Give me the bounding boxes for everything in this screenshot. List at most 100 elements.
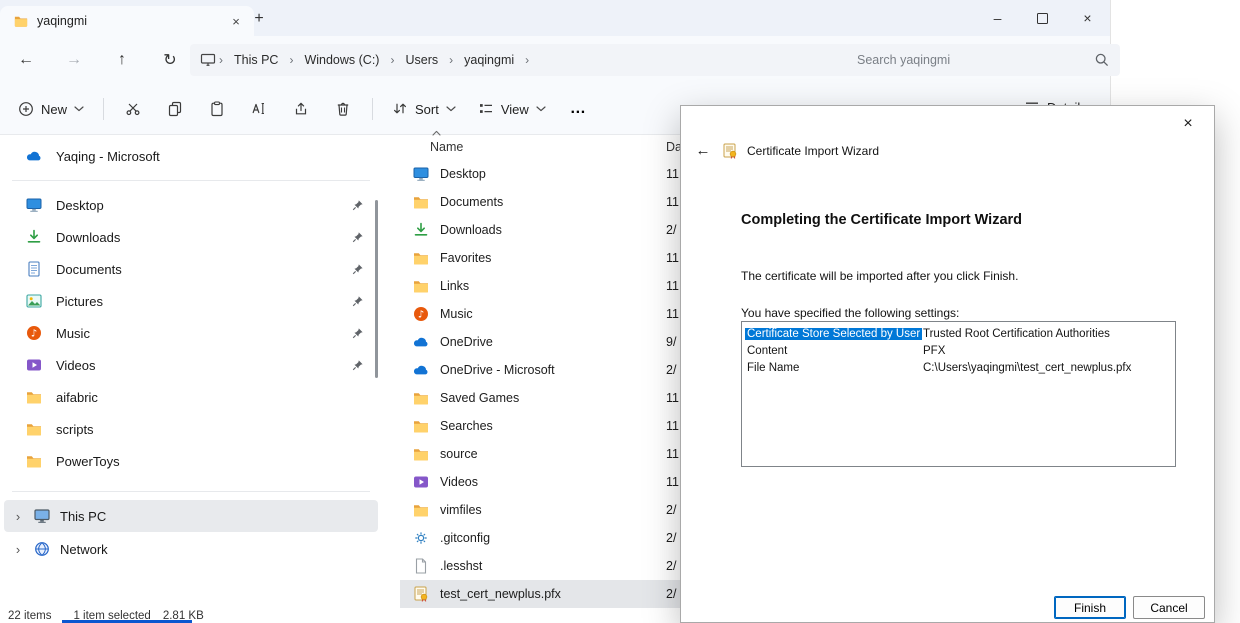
toolbar-separator [103, 98, 104, 120]
desktop-screen: yaqingmi × + – × ← → ↑ ↻ › This PC › [0, 0, 1240, 623]
file-icon [412, 558, 430, 574]
desktop-icon [412, 166, 430, 182]
breadcrumb-this-pc[interactable]: This PC [226, 49, 286, 71]
pin-icon [352, 327, 364, 339]
sidebar-scrollbar[interactable] [375, 200, 378, 378]
setting-value: PFX [923, 345, 945, 357]
paste-button[interactable] [197, 91, 237, 127]
file-date: 11 [666, 475, 679, 489]
search-icon[interactable] [1094, 52, 1110, 68]
sidebar-item-aifabric[interactable]: aifabric [6, 381, 376, 413]
file-date: 11 [666, 251, 679, 265]
search-input[interactable] [855, 52, 1094, 68]
back-button[interactable]: ← [2, 43, 50, 77]
wizard-icon [722, 143, 738, 159]
sidebar-item-pictures[interactable]: Pictures [6, 285, 376, 317]
file-date: 11 [666, 195, 679, 209]
view-icon [478, 101, 494, 117]
folder-icon [26, 453, 42, 469]
folder-icon [26, 389, 42, 405]
more-button[interactable]: … [558, 91, 598, 127]
breadcrumb-yaqingmi[interactable]: yaqingmi [456, 49, 522, 71]
certificate-icon [412, 586, 430, 602]
setting-key: File Name [745, 362, 801, 374]
network-icon [34, 541, 50, 557]
pin-icon [352, 359, 364, 371]
certificate-import-wizard-dialog: × ← Certificate Import Wizard Completing… [680, 105, 1215, 623]
sidebar-item-this-pc[interactable]: › This PC [4, 500, 378, 532]
share-button[interactable] [281, 91, 321, 127]
folder-icon [412, 502, 430, 518]
column-header-name[interactable]: Name [430, 140, 463, 154]
dialog-back-button[interactable]: ← [693, 142, 713, 159]
paste-icon [209, 101, 225, 117]
file-date: 11 [666, 391, 679, 405]
breadcrumb-users[interactable]: Users [397, 49, 446, 71]
file-date: 2/ [666, 531, 676, 545]
dialog-close-button[interactable]: × [1172, 112, 1204, 136]
sidebar-item-network[interactable]: › Network [4, 533, 378, 565]
settings-row[interactable]: Certificate Store Selected by User Trust… [742, 325, 1175, 342]
breadcrumb-windows-c[interactable]: Windows (C:) [296, 49, 387, 71]
settings-listbox[interactable]: Certificate Store Selected by User Trust… [741, 321, 1176, 467]
file-name: Saved Games [440, 391, 519, 405]
sidebar-item-documents[interactable]: Documents [6, 253, 376, 285]
cancel-button[interactable]: Cancel [1133, 596, 1205, 619]
explorer-tab[interactable]: yaqingmi × [0, 6, 254, 36]
sort-button[interactable]: Sort [382, 93, 466, 125]
folder-icon [412, 250, 430, 266]
finish-button[interactable]: Finish [1054, 596, 1126, 619]
tab-close-icon[interactable]: × [226, 11, 246, 31]
close-button[interactable]: × [1065, 0, 1110, 36]
file-name: Favorites [440, 251, 491, 265]
videos-icon [412, 474, 430, 490]
chevron-right-icon: › [524, 53, 530, 67]
copy-icon [167, 101, 183, 117]
wizard-settings-label: You have specified the following setting… [741, 306, 959, 320]
minimize-button[interactable]: – [975, 0, 1020, 36]
view-button[interactable]: View [468, 93, 556, 125]
chevron-expand-icon[interactable]: › [12, 542, 24, 557]
copy-button[interactable] [155, 91, 195, 127]
sidebar-item-powertoys[interactable]: PowerToys [6, 445, 376, 477]
rename-icon [251, 101, 267, 117]
desktop-icon [26, 197, 42, 213]
sidebar-item-onedrive[interactable]: Yaqing - Microsoft [6, 140, 376, 172]
file-date: 2/ [666, 223, 676, 237]
sidebar-item-music[interactable]: Music [6, 317, 376, 349]
refresh-button[interactable]: ↻ [146, 43, 194, 77]
folder-icon [412, 390, 430, 406]
file-date: 2/ [666, 559, 676, 573]
sidebar-item-videos[interactable]: Videos [6, 349, 376, 381]
download-icon [26, 229, 42, 245]
settings-row[interactable]: File Name C:\Users\yaqingmi\test_cert_ne… [742, 359, 1175, 376]
sidebar-item-scripts[interactable]: scripts [6, 413, 376, 445]
pictures-icon [26, 293, 42, 309]
navigation-bar: ← → ↑ ↻ › This PC › Windows (C:) › Users… [0, 36, 1110, 85]
folder-icon [412, 194, 430, 210]
wizard-heading: Completing the Certificate Import Wizard [741, 212, 1022, 228]
forward-button[interactable]: → [50, 43, 98, 77]
sort-ascending-icon [432, 130, 441, 136]
sort-button-label: Sort [415, 102, 439, 117]
delete-button[interactable] [323, 91, 363, 127]
maximize-button[interactable] [1020, 0, 1065, 36]
this-pc-icon[interactable] [200, 52, 216, 68]
up-button[interactable]: ↑ [98, 43, 146, 77]
sidebar-item-desktop[interactable]: Desktop [6, 189, 376, 221]
chevron-down-icon [74, 106, 84, 112]
new-button[interactable]: New [8, 93, 94, 125]
settings-row[interactable]: Content PFX [742, 342, 1175, 359]
sidebar-item-downloads[interactable]: Downloads [6, 221, 376, 253]
file-name: .gitconfig [440, 531, 490, 545]
rename-button[interactable] [239, 91, 279, 127]
cloud-icon [26, 148, 42, 164]
breadcrumb: › This PC › Windows (C:) › Users › yaqin… [190, 44, 850, 76]
file-name: Searches [440, 419, 493, 433]
pin-icon [352, 263, 364, 275]
new-tab-button[interactable]: + [248, 8, 270, 30]
cut-button[interactable] [113, 91, 153, 127]
chevron-expand-icon[interactable]: › [12, 509, 24, 524]
file-date: 11 [666, 279, 679, 293]
file-date: 2/ [666, 503, 676, 517]
